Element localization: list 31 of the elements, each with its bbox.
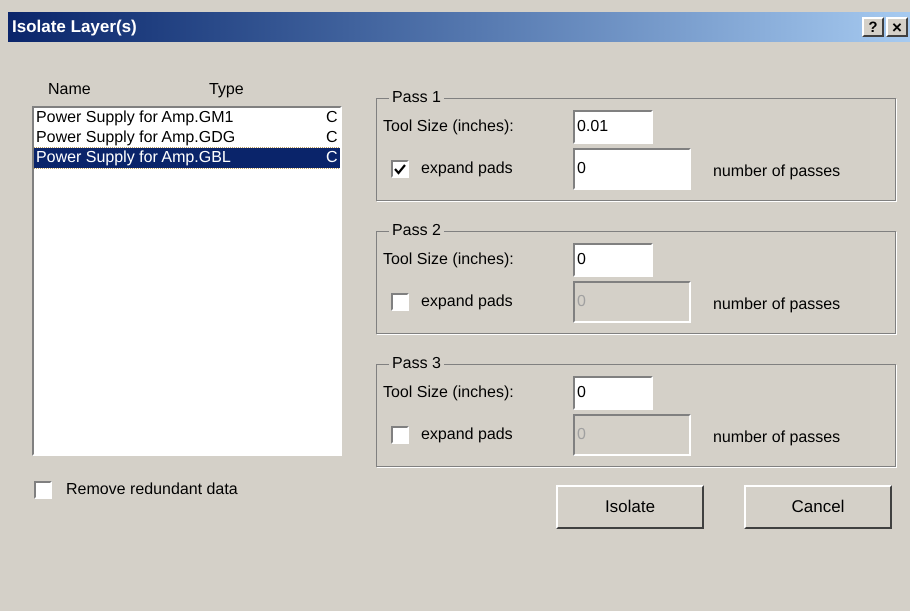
group-title: Pass 1	[391, 88, 442, 108]
tool-size-field[interactable]: 0.01	[573, 110, 653, 144]
field-label: number of passes	[713, 162, 840, 182]
checkbox-label: expand pads	[421, 425, 513, 445]
list-item[interactable]: Power Supply for Amp.GBL C	[34, 148, 340, 168]
checkbox[interactable]	[391, 426, 409, 444]
field-label: Tool Size (inches):	[383, 250, 515, 270]
tool-size-field[interactable]: 0	[573, 376, 653, 410]
list-item[interactable]: Power Supply for Amp.GM1 C	[34, 108, 340, 128]
list-item[interactable]: Power Supply for Amp.GDG C	[34, 128, 340, 148]
tool-size-field[interactable]: 0	[573, 243, 653, 277]
group-title: Pass 2	[391, 221, 442, 241]
field-label: number of passes	[713, 428, 840, 448]
column-header: Name	[48, 80, 92, 100]
close-button[interactable]: ×	[886, 17, 908, 37]
checkbox[interactable]	[34, 481, 52, 499]
column-header: Type	[209, 80, 244, 100]
help-button[interactable]: ?	[862, 17, 884, 37]
checkbox[interactable]	[391, 160, 409, 178]
field-label: Tool Size (inches):	[383, 117, 515, 137]
checkbox-label: expand pads	[421, 159, 513, 179]
window-title: Isolate Layer(s)	[12, 16, 137, 38]
checkbox-label: Remove redundant data	[66, 480, 238, 500]
group-title: Pass 3	[391, 354, 442, 374]
dialog-button[interactable]: Isolate	[556, 485, 704, 529]
checkbox-label: expand pads	[421, 292, 513, 312]
checkbox[interactable]	[391, 293, 409, 311]
field-label: Tool Size (inches):	[383, 383, 515, 403]
passes-field[interactable]: 0	[573, 148, 691, 190]
field-label: number of passes	[713, 295, 840, 315]
dialog-button[interactable]: Cancel	[744, 485, 892, 529]
